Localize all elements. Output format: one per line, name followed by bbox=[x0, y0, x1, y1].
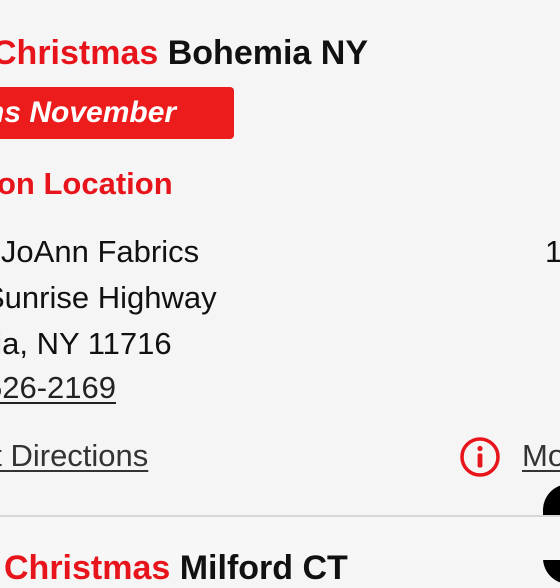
phone-link[interactable]: 526-2169 bbox=[0, 370, 116, 406]
store-card: Christmas Bohemia NY ns November on Loca… bbox=[0, 0, 560, 515]
store-city: Bohemia NY bbox=[167, 34, 368, 72]
location-heading: on Location bbox=[0, 166, 173, 201]
opens-badge-label: ns November bbox=[0, 96, 177, 129]
get-directions-link[interactable]: et Directions bbox=[0, 438, 148, 474]
store-title: Christmas Bohemia NY bbox=[0, 34, 368, 73]
address-line-1: r JoAnn Fabrics bbox=[0, 234, 200, 269]
more-info-link[interactable]: Mo bbox=[522, 438, 560, 474]
next-store-title: Christmas Milford CT bbox=[4, 549, 348, 588]
hours-fragment: 1 bbox=[545, 234, 560, 269]
address-line-2: Sunrise Highway bbox=[0, 280, 217, 315]
next-store-city: Milford CT bbox=[179, 549, 348, 587]
address-line-3: nia, NY 11716 bbox=[0, 326, 172, 361]
store-brand: Christmas bbox=[0, 34, 159, 72]
next-store-brand: Christmas bbox=[4, 549, 171, 587]
info-circle-icon[interactable] bbox=[459, 436, 501, 478]
